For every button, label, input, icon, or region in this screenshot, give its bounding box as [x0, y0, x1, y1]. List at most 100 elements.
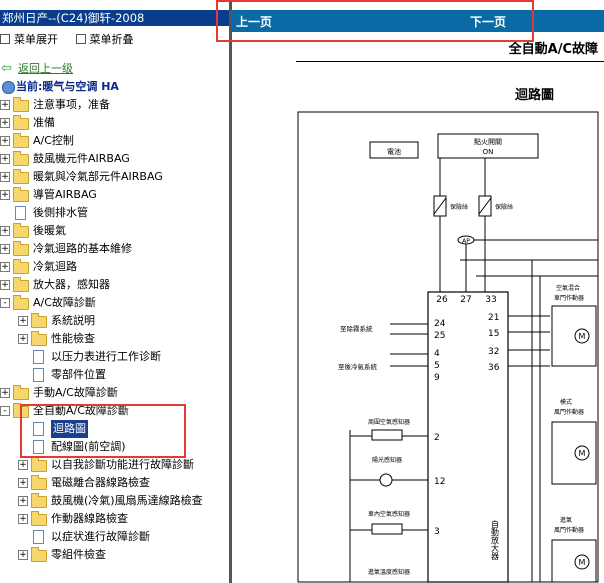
incar-sensor-label: 車內空氣感知器: [368, 510, 410, 518]
tree-item[interactable]: + 鼓風機元件AIRBAG: [0, 150, 229, 168]
tree-item[interactable]: 零部件位置: [0, 366, 229, 384]
fuse-2-label: 保險絲: [495, 203, 513, 211]
pin-12: 12: [434, 477, 445, 487]
tree-item[interactable]: + 冷氣迴路的基本維修: [0, 240, 229, 258]
page-nav-bar: 上一页 下一页: [232, 10, 604, 32]
fuse-1-label: 保險絲: [450, 203, 468, 211]
folder-icon: [31, 457, 47, 472]
folder-icon: [13, 295, 29, 310]
to-rear-ac-label: 至後冷氣系統: [338, 362, 378, 371]
tree-item[interactable]: + 性能檢查: [0, 330, 229, 348]
tree-item[interactable]: + 冷氣迴路: [0, 258, 229, 276]
svg-text:M: M: [579, 558, 586, 567]
next-page-button[interactable]: 下一页: [470, 13, 506, 30]
tree-item[interactable]: 以症状進行故障診斷: [0, 528, 229, 546]
expand-icon[interactable]: +: [18, 514, 28, 524]
folder-icon: [31, 331, 47, 346]
svg-text:M: M: [579, 449, 586, 458]
current-section-label: 当前:暖气与空调 HA: [16, 80, 119, 93]
document-title: 全自動A/C故障: [508, 42, 598, 57]
tree-item[interactable]: + 導管AIRBAG: [0, 186, 229, 204]
expand-icon[interactable]: +: [18, 496, 28, 506]
expand-all-button[interactable]: 菜单展开: [0, 33, 58, 46]
expand-icon[interactable]: +: [18, 334, 28, 344]
tree-item[interactable]: - A/C故障診斷: [0, 294, 229, 312]
collapse-icon[interactable]: -: [0, 298, 10, 308]
folder-icon: [13, 403, 29, 418]
pin-3: 3: [434, 527, 440, 537]
collapse-all-button[interactable]: 菜单折叠: [75, 33, 134, 46]
tree-item[interactable]: 配線圖(前空調): [0, 438, 229, 456]
tree-item[interactable]: + 手動A/C故障診斷: [0, 384, 229, 402]
tree-item-label: 冷氣迴路的基本維修: [33, 242, 132, 255]
tree-item[interactable]: - 全自動A/C故障診斷: [0, 402, 229, 420]
tree-item[interactable]: + 放大器，感知器: [0, 276, 229, 294]
menu-box-icon: [75, 34, 86, 44]
tree-item-label: 零部件位置: [51, 368, 106, 381]
expand-icon[interactable]: +: [0, 388, 10, 398]
expand-icon[interactable]: +: [18, 316, 28, 326]
tree-item-label: 後側排水管: [33, 206, 88, 219]
mode-actuator-label-2: 風門作動器: [554, 408, 584, 416]
tree-item[interactable]: 以压力表进行工作诊断: [0, 348, 229, 366]
tree-item[interactable]: + 系統説明: [0, 312, 229, 330]
expand-icon[interactable]: +: [0, 118, 10, 128]
folder-icon: [13, 259, 29, 274]
tree-item-label: 導管AIRBAG: [33, 188, 97, 201]
tree-item[interactable]: + 准備: [0, 114, 229, 132]
tree-item[interactable]: + A/C控制: [0, 132, 229, 150]
intake-temp-sensor-label: 進氣溫度感知器: [368, 568, 410, 576]
tree-item-label: 冷氣迴路: [33, 260, 77, 273]
diagram-frame: [297, 111, 599, 583]
expand-icon[interactable]: +: [0, 262, 10, 272]
pin-32: 32: [488, 347, 499, 357]
tree-item-label: 暖氣與冷氣部元件AIRBAG: [33, 170, 163, 183]
expand-icon[interactable]: +: [0, 154, 10, 164]
expand-icon[interactable]: +: [0, 226, 10, 236]
document-icon: [15, 206, 26, 220]
pin-5: 5: [434, 361, 440, 371]
toc-tree: ⇦ 返回上一级当前:暖气与空调 HA + 注意事项，准备 + 准備 + A/C控制 + 鼓風機元件…: [0, 60, 229, 564]
ignition-state-label: ON: [483, 148, 494, 156]
expand-icon[interactable]: +: [0, 172, 10, 182]
pin-26: 26: [436, 295, 448, 305]
tree-item[interactable]: + 零組件檢查: [0, 546, 229, 564]
folder-icon: [13, 151, 29, 166]
folder-icon: [13, 241, 29, 256]
tree-item-label: 注意事项，准备: [33, 98, 110, 111]
back-link[interactable]: ⇦ 返回上一级: [0, 60, 229, 78]
expand-icon[interactable]: +: [0, 244, 10, 254]
tree-item[interactable]: + 作動器線路檢查: [0, 510, 229, 528]
tree-item-label: 迴路圖: [51, 420, 88, 438]
folder-icon: [31, 547, 47, 562]
folder-icon: [13, 385, 29, 400]
folder-icon: [13, 133, 29, 148]
expand-icon[interactable]: +: [0, 100, 10, 110]
collapse-icon[interactable]: -: [0, 406, 10, 416]
expand-icon[interactable]: +: [18, 460, 28, 470]
svg-text:M: M: [579, 332, 586, 341]
tree-toolbar: 菜单展开 菜单折叠: [0, 31, 148, 46]
pin-36: 36: [488, 363, 500, 373]
document-icon: [33, 440, 44, 454]
expand-icon[interactable]: +: [18, 478, 28, 488]
pin-15: 15: [488, 329, 499, 339]
prev-page-button[interactable]: 上一页: [236, 13, 272, 30]
tree-item-label: A/C故障診斷: [33, 296, 96, 309]
expand-icon[interactable]: +: [0, 280, 10, 290]
tree-item[interactable]: + 鼓風機(冷氣)風扇馬達線路檢查: [0, 492, 229, 510]
pin-33: 33: [485, 295, 496, 305]
tree-item[interactable]: + 暖氣與冷氣部元件AIRBAG: [0, 168, 229, 186]
tree-item[interactable]: + 注意事项，准备: [0, 96, 229, 114]
tree-item[interactable]: + 電磁離合器線路檢查: [0, 474, 229, 492]
mix-actuator-label-2: 車門作動器: [554, 294, 584, 302]
expand-icon[interactable]: +: [0, 136, 10, 146]
document-icon: [33, 530, 44, 544]
tree-item[interactable]: 後側排水管: [0, 204, 229, 222]
tree-item[interactable]: + 後暖氣: [0, 222, 229, 240]
tree-item-selected[interactable]: 迴路圖: [0, 420, 229, 438]
folder-icon: [13, 169, 29, 184]
tree-item[interactable]: + 以自我診斷功能进行故障診斷: [0, 456, 229, 474]
expand-icon[interactable]: +: [0, 190, 10, 200]
expand-icon[interactable]: +: [18, 550, 28, 560]
